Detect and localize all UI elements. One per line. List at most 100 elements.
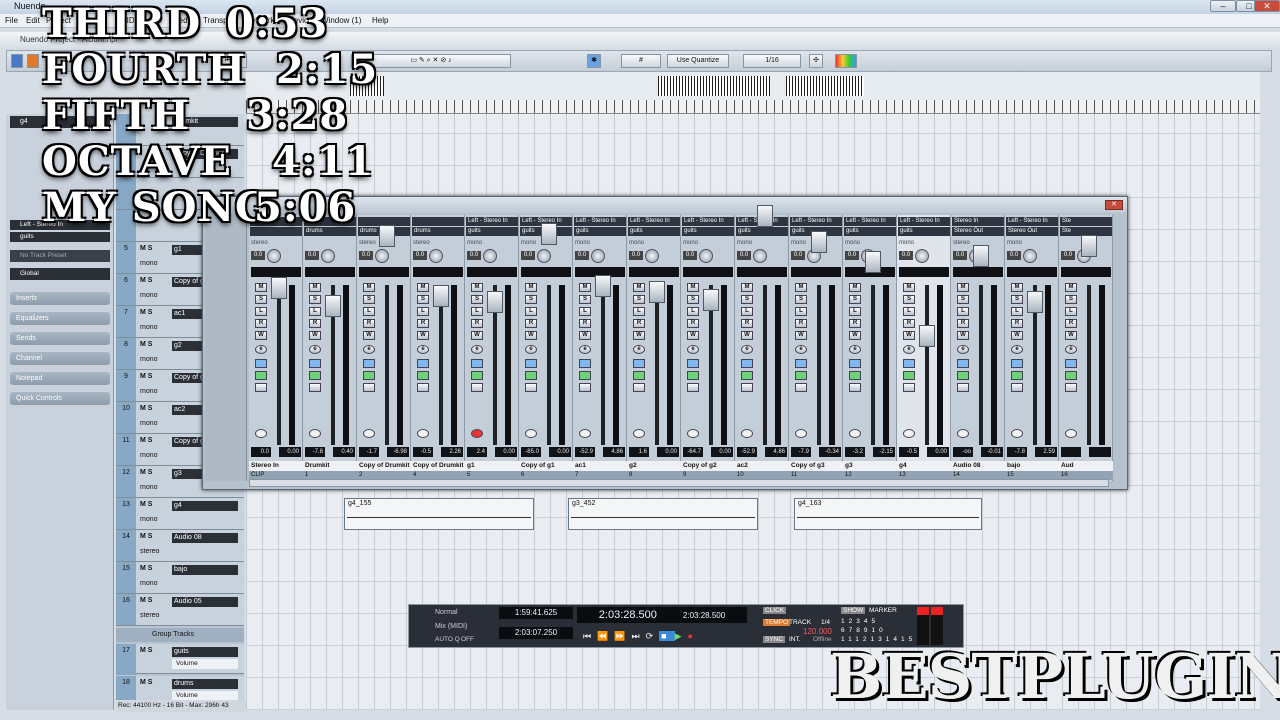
quantize-select[interactable]: Use Quantize [667,54,729,68]
volume-fader[interactable] [541,223,557,245]
close-window-button[interactable]: ✕ [1254,0,1280,12]
track-name[interactable]: guits [172,647,238,657]
input-routing[interactable]: Stereo In [952,217,1004,226]
mute-button[interactable]: M [741,283,753,292]
pan-value[interactable]: 0.0 [575,251,589,260]
channel-name[interactable]: g2 [627,461,681,471]
mute-solo-buttons[interactable]: M S [140,597,152,604]
channel-name[interactable]: Copy of g2 [681,461,735,471]
edit-channel-button[interactable]: e [795,345,807,354]
send-button[interactable] [309,383,321,392]
mixer-channel-strip[interactable]: Left - Stereo In guits mono 0.0 M S L R We -3.2 -2… [843,215,897,481]
mixer-channel-strip[interactable]: Left - Stereo Inguitsmono0.0MSLRWe-52.94… [735,205,789,481]
pan-knob[interactable] [429,249,443,263]
pan-knob[interactable] [537,249,551,263]
track-row[interactable]: 16 M S Audio 05 stereo [116,594,244,626]
volume-value[interactable]: -52.9 [575,447,595,457]
record-enable-button[interactable] [903,429,915,438]
pan-knob[interactable] [483,249,497,263]
track-name[interactable]: bajo [172,565,238,575]
mixer-channel-strip[interactable]: Stereo In Stereo Out stereo 0.0 M S L R We -oo -0.… [951,215,1005,481]
pan-knob[interactable] [1023,249,1037,263]
menu-file[interactable]: File [5,16,18,25]
output-routing[interactable]: Stereo Out [1006,227,1058,236]
mixer-channel-strip[interactable]: drums stereo 0.0 M S L R We -1.7 -6.98 Copy of Dru… [357,215,411,481]
listen-button[interactable]: L [849,307,861,316]
solo-button[interactable]: S [957,295,969,304]
read-button[interactable]: R [687,319,699,328]
record-mode[interactable]: Normal [435,609,458,616]
track-name[interactable]: Audio 05 [172,597,238,607]
volume-fader[interactable] [811,231,827,253]
volume-value[interactable]: -oo [953,447,973,457]
mute-solo-buttons[interactable]: M S [140,501,152,508]
read-button[interactable]: R [255,319,267,328]
mute-button[interactable]: M [471,283,483,292]
send-button[interactable] [849,383,861,392]
volume-fader[interactable] [433,285,449,307]
mute-button[interactable]: M [795,283,807,292]
pan-knob[interactable] [915,249,929,263]
volume-value[interactable]: -7.8 [305,447,325,457]
output-routing[interactable]: guits [898,227,950,236]
volume-value[interactable]: 1.6 [629,447,649,457]
record-enable-button[interactable] [633,429,645,438]
record-enable-button[interactable] [579,429,591,438]
send-button[interactable] [1011,383,1023,392]
tempo-toggle[interactable]: TEMPO [763,619,791,626]
pan-knob[interactable] [699,249,713,263]
write-button[interactable]: W [849,331,861,340]
mute-button[interactable]: M [525,283,537,292]
record-enable-button[interactable] [849,429,861,438]
edit-channel-button[interactable]: e [957,345,969,354]
mixer-channel-strip[interactable]: Left - Stereo In Stereo Out mono 0.0 M S L R We -… [1005,215,1059,481]
volume-fader[interactable] [1027,291,1043,313]
listen-button[interactable]: L [633,307,645,316]
edit-channel-button[interactable]: e [363,345,375,354]
listen-button[interactable]: L [741,307,753,316]
constrain-delay-button[interactable] [27,54,39,68]
output-routing[interactable]: guits [628,227,680,236]
write-button[interactable]: W [417,331,429,340]
write-button[interactable]: W [1065,331,1077,340]
write-button[interactable]: W [363,331,375,340]
read-button[interactable]: R [525,319,537,328]
channel-name[interactable]: Audio 08 [951,461,1005,471]
show-markers-toggle[interactable]: SHOW [841,607,866,614]
color-select[interactable] [835,54,857,68]
pan-value[interactable]: 0.0 [953,251,967,260]
send-button[interactable] [525,383,537,392]
send-button[interactable] [417,383,429,392]
track-name[interactable]: g4 [172,501,238,511]
send-button[interactable] [579,383,591,392]
mute-button[interactable]: M [687,283,699,292]
audio-event[interactable]: g4_155 [344,498,534,530]
read-button[interactable]: R [633,319,645,328]
mute-solo-buttons[interactable]: M S [140,647,152,654]
mute-solo-buttons[interactable]: M S [140,405,152,412]
pan-knob[interactable] [753,249,767,263]
mute-solo-buttons[interactable]: M S [140,277,152,284]
edit-channel-button[interactable]: e [687,345,699,354]
read-button[interactable]: R [363,319,375,328]
volume-fader[interactable] [1081,235,1097,257]
eq-button[interactable] [633,371,645,380]
insert-button[interactable] [633,359,645,368]
eq-button[interactable] [309,371,321,380]
volume-value[interactable]: -0.5 [899,447,919,457]
insert-button[interactable] [957,359,969,368]
input-routing[interactable]: Left - Stereo In [898,217,950,226]
write-button[interactable]: W [525,331,537,340]
listen-button[interactable]: L [903,307,915,316]
volume-value[interactable]: -1.7 [359,447,379,457]
mute-button[interactable]: M [1011,283,1023,292]
solo-button[interactable]: S [795,295,807,304]
read-button[interactable]: R [579,319,591,328]
volume-fader[interactable] [325,295,341,317]
stop-button[interactable]: ■ [659,631,675,641]
volume-value[interactable]: -52.9 [737,447,757,457]
auto-quantize[interactable]: AUTO Q [435,636,460,643]
volume-fader[interactable] [757,205,773,227]
eq-button[interactable] [849,371,861,380]
volume-value[interactable]: -7.8 [1007,447,1027,457]
